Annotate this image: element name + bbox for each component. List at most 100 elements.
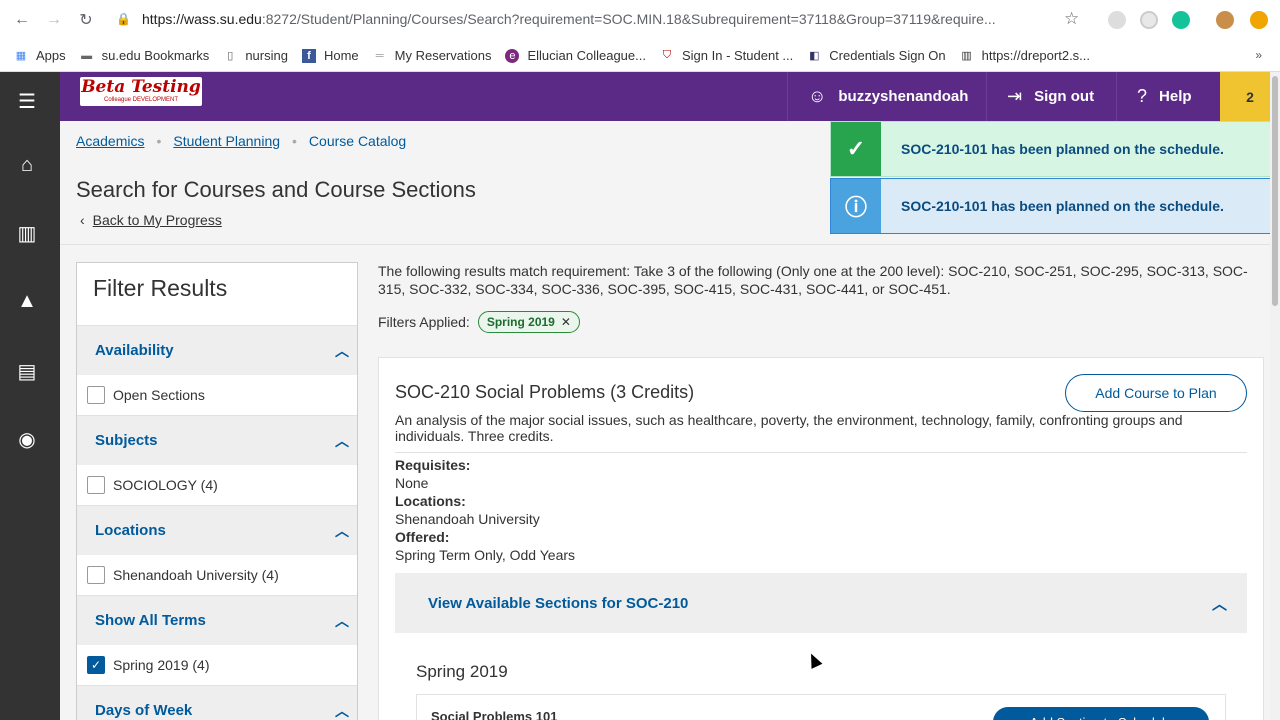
- grammarly-icon[interactable]: [1172, 11, 1190, 29]
- checkbox[interactable]: [87, 386, 105, 404]
- bookmarks-overflow-button[interactable]: »: [1255, 48, 1262, 62]
- filter-option-sociology[interactable]: SOCIOLOGY (4): [77, 465, 357, 505]
- graduation-cap-icon[interactable]: ▲: [14, 288, 40, 314]
- bookmark-dreport[interactable]: ▥ https://dreport2.s...: [960, 48, 1090, 63]
- extension-icon[interactable]: [1140, 11, 1158, 29]
- facebook-icon: f: [301, 48, 316, 63]
- bookmarks-bar: ▦ Apps ▬ su.edu Bookmarks ▯ nursing f Home ═…: [0, 40, 1280, 72]
- bookmark-label: https://dreport2.s...: [981, 48, 1091, 63]
- filter-option-shenandoah[interactable]: Shenandoah University (4): [77, 555, 357, 595]
- bookmark-apps[interactable]: ▦ Apps: [14, 48, 66, 63]
- add-course-to-plan-button[interactable]: Add Course to Plan: [1065, 374, 1247, 412]
- breadcrumb-course-catalog: Course Catalog: [308, 133, 407, 149]
- user-menu[interactable]: ☺ buzzyshenandoah: [787, 72, 988, 121]
- chevron-left-icon: ‹: [80, 212, 85, 228]
- checkmark-icon: ✓: [831, 122, 881, 176]
- help-label: Help: [1159, 88, 1192, 105]
- page-title: Search for Courses and Course Sections: [76, 177, 476, 202]
- help-button[interactable]: ? Help: [1116, 72, 1212, 121]
- update-alert-icon[interactable]: [1250, 11, 1268, 29]
- book-icon[interactable]: ▤: [14, 358, 40, 384]
- bookmark-label: su.edu Bookmarks: [101, 48, 210, 63]
- sign-out-label: Sign out: [1034, 88, 1095, 105]
- breadcrumb-academics[interactable]: Academics: [76, 133, 144, 149]
- add-section-button[interactable]: Add Section to Schedule: [993, 707, 1209, 720]
- info-notification: ⓘ SOC-210-101 has been planned on the sc…: [830, 178, 1280, 234]
- bookmark-sign-in[interactable]: ⛉ Sign In - Student ...: [660, 48, 793, 63]
- breadcrumb-student-planning[interactable]: Student Planning: [173, 133, 280, 149]
- bookmark-su-edu[interactable]: ▬ su.edu Bookmarks: [80, 48, 210, 63]
- filter-option-open-sections[interactable]: Open Sections: [77, 375, 357, 415]
- avatar[interactable]: [1216, 11, 1234, 29]
- extension-icon[interactable]: [1108, 11, 1126, 29]
- checkbox[interactable]: [87, 476, 105, 494]
- bookmark-reservations[interactable]: ═ My Reservations: [373, 48, 492, 63]
- browser-toolbar: ← → ↻ 🔒 https://wass.su.edu:8272/Student…: [0, 0, 1280, 40]
- filter-title: Filter Results: [93, 275, 228, 301]
- bookmark-label: Sign In - Student ...: [681, 48, 794, 63]
- sign-out-button[interactable]: ⇥ Sign out: [986, 72, 1114, 121]
- bookmark-label: My Reservations: [394, 48, 492, 63]
- reservations-icon: ═: [375, 49, 384, 62]
- back-arrow-icon[interactable]: ←: [10, 8, 34, 32]
- divider: [60, 244, 1280, 245]
- scrollbar[interactable]: [1270, 72, 1280, 720]
- filter-option-label: Shenandoah University (4): [113, 567, 279, 583]
- bookmark-label: Home: [323, 48, 359, 63]
- institution-icon[interactable]: ▥: [14, 220, 40, 246]
- course-title: SOC-210 Social Problems (3 Credits): [395, 382, 695, 402]
- help-icon: ?: [1137, 86, 1148, 106]
- filter-group-availability[interactable]: Availability ︿: [77, 325, 357, 375]
- notification-text: SOC-210-101 has been planned on the sche…: [901, 198, 1224, 214]
- bookmark-credentials[interactable]: ◧ Credentials Sign On: [807, 48, 946, 63]
- forward-arrow-icon[interactable]: →: [42, 8, 66, 32]
- section-row: Social Problems 101 Add Section to Sched…: [416, 694, 1226, 720]
- filter-option-spring-2019[interactable]: ✓ Spring 2019 (4): [77, 645, 357, 685]
- bookmark-nursing[interactable]: ▯ nursing: [223, 48, 288, 63]
- filter-group-locations[interactable]: Locations ︿: [77, 505, 357, 555]
- chevron-up-icon: ︿: [335, 342, 349, 359]
- requisites-label: Requisites:: [395, 457, 471, 473]
- back-link-label: Back to My Progress: [92, 212, 222, 228]
- bookmark-label: nursing: [245, 48, 288, 63]
- checkbox-checked[interactable]: ✓: [87, 656, 105, 674]
- offered-value: Spring Term Only, Odd Years: [395, 547, 576, 563]
- filter-group-label: Subjects: [95, 432, 158, 449]
- breadcrumb: Academics • Student Planning • Course Ca…: [76, 133, 406, 149]
- filter-pill[interactable]: Spring 2019 ✕: [477, 311, 580, 333]
- hamburger-menu-icon[interactable]: ☰: [14, 88, 40, 114]
- bookmark-star-icon[interactable]: ☆: [1064, 9, 1079, 29]
- filter-group-label: Days of Week: [95, 702, 193, 719]
- address-bar[interactable]: https://wass.su.edu:8272/Student/Plannin…: [142, 11, 1052, 27]
- reload-icon[interactable]: ↻: [74, 8, 98, 32]
- offered-label: Offered:: [395, 529, 450, 545]
- home-icon[interactable]: ⌂: [14, 152, 40, 178]
- bookmark-ellucian[interactable]: e Ellucian Colleague...: [505, 48, 646, 63]
- back-to-progress-link[interactable]: ‹ Back to My Progress: [80, 212, 222, 228]
- username: buzzyshenandoah: [838, 88, 969, 105]
- user-circle-icon[interactable]: ◉: [14, 426, 40, 452]
- filter-group-label: Locations: [95, 522, 166, 539]
- filter-group-days[interactable]: Days of Week ︿: [77, 685, 357, 720]
- filter-option-label: Spring 2019 (4): [113, 657, 210, 673]
- success-notification: ✓ SOC-210-101 has been planned on the sc…: [830, 121, 1280, 177]
- left-navigation: ☰ ⌂ ▥ ▲ ▤ ◉: [0, 72, 60, 720]
- filter-option-label: Open Sections: [113, 387, 205, 403]
- ellucian-icon: e: [505, 48, 520, 63]
- logo[interactable]: Beta Testing Colleague DEVELOPMENT: [80, 77, 202, 106]
- filter-group-subjects[interactable]: Subjects ︿: [77, 415, 357, 465]
- folder-icon: ▬: [81, 49, 93, 62]
- view-sections-toggle[interactable]: View Available Sections for SOC-210 ︿: [395, 573, 1247, 633]
- sign-out-icon: ⇥: [1007, 86, 1023, 106]
- scrollbar-thumb[interactable]: [1272, 76, 1278, 306]
- filters-applied-label: Filters Applied:: [378, 314, 470, 330]
- divider: [395, 452, 1247, 453]
- filter-group-terms[interactable]: Show All Terms ︿: [77, 595, 357, 645]
- breadcrumb-separator: •: [156, 133, 162, 149]
- close-icon[interactable]: ✕: [561, 315, 571, 329]
- term-heading: Spring 2019: [416, 662, 508, 681]
- checkbox[interactable]: [87, 566, 105, 584]
- filters-applied: Filters Applied: Spring 2019 ✕: [378, 311, 580, 333]
- bookmark-home[interactable]: f Home: [301, 48, 359, 63]
- chevron-up-icon: ︿: [335, 612, 349, 629]
